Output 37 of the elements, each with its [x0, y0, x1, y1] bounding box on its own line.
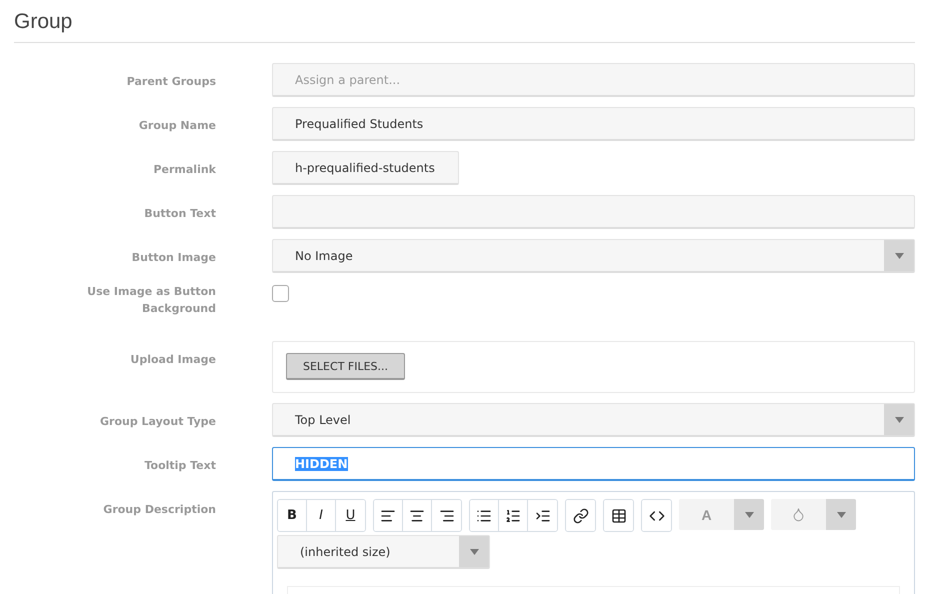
- caret-icon: [836, 512, 846, 518]
- field-label: Use Image as Button Background: [86, 284, 216, 317]
- caret-icon: [894, 416, 904, 422]
- dropdown[interactable]: No Image: [272, 239, 915, 273]
- link-icon: [572, 508, 588, 524]
- field-label: Group Description: [102, 502, 216, 518]
- table-icon: [610, 508, 626, 524]
- align-left-button[interactable]: [374, 500, 403, 531]
- dropdown[interactable]: Top Level: [272, 403, 915, 437]
- caret-icon: [470, 548, 478, 554]
- select-files-button[interactable]: SELECT FILES...: [286, 353, 406, 380]
- align-center-icon: [409, 508, 425, 524]
- field-label: Permalink: [152, 162, 216, 178]
- indent-icon: [534, 508, 550, 524]
- field-label: Button Text: [143, 206, 216, 222]
- bold-button[interactable]: B: [278, 500, 307, 531]
- font-size-dropdown[interactable]: (inherited size): [277, 535, 490, 569]
- background-color-picker[interactable]: [771, 499, 856, 530]
- field-label: Tooltip Text: [143, 458, 216, 474]
- align-right-icon: [438, 508, 454, 524]
- page-title: Group: [14, 9, 74, 35]
- caret-icon: [894, 252, 904, 258]
- bullet-list-button[interactable]: [470, 500, 499, 531]
- numbered-list-icon: [505, 508, 521, 524]
- bullet-list-icon: [476, 508, 492, 524]
- field-label: Group Name: [138, 118, 216, 134]
- field-label: Upload Image: [129, 352, 216, 368]
- text-field[interactable]: h-prequalified-students: [272, 151, 459, 185]
- checkbox[interactable]: [272, 285, 289, 302]
- caret-icon: [744, 512, 754, 518]
- field-label: Button Image: [130, 250, 216, 266]
- field-label: Group Layout Type: [99, 414, 216, 430]
- droplet-icon: [791, 507, 806, 522]
- text-field[interactable]: [272, 195, 915, 229]
- field-label: Parent Groups: [126, 74, 216, 90]
- align-left-icon: [380, 508, 396, 524]
- text-field[interactable]: Prequalified Students: [272, 107, 915, 141]
